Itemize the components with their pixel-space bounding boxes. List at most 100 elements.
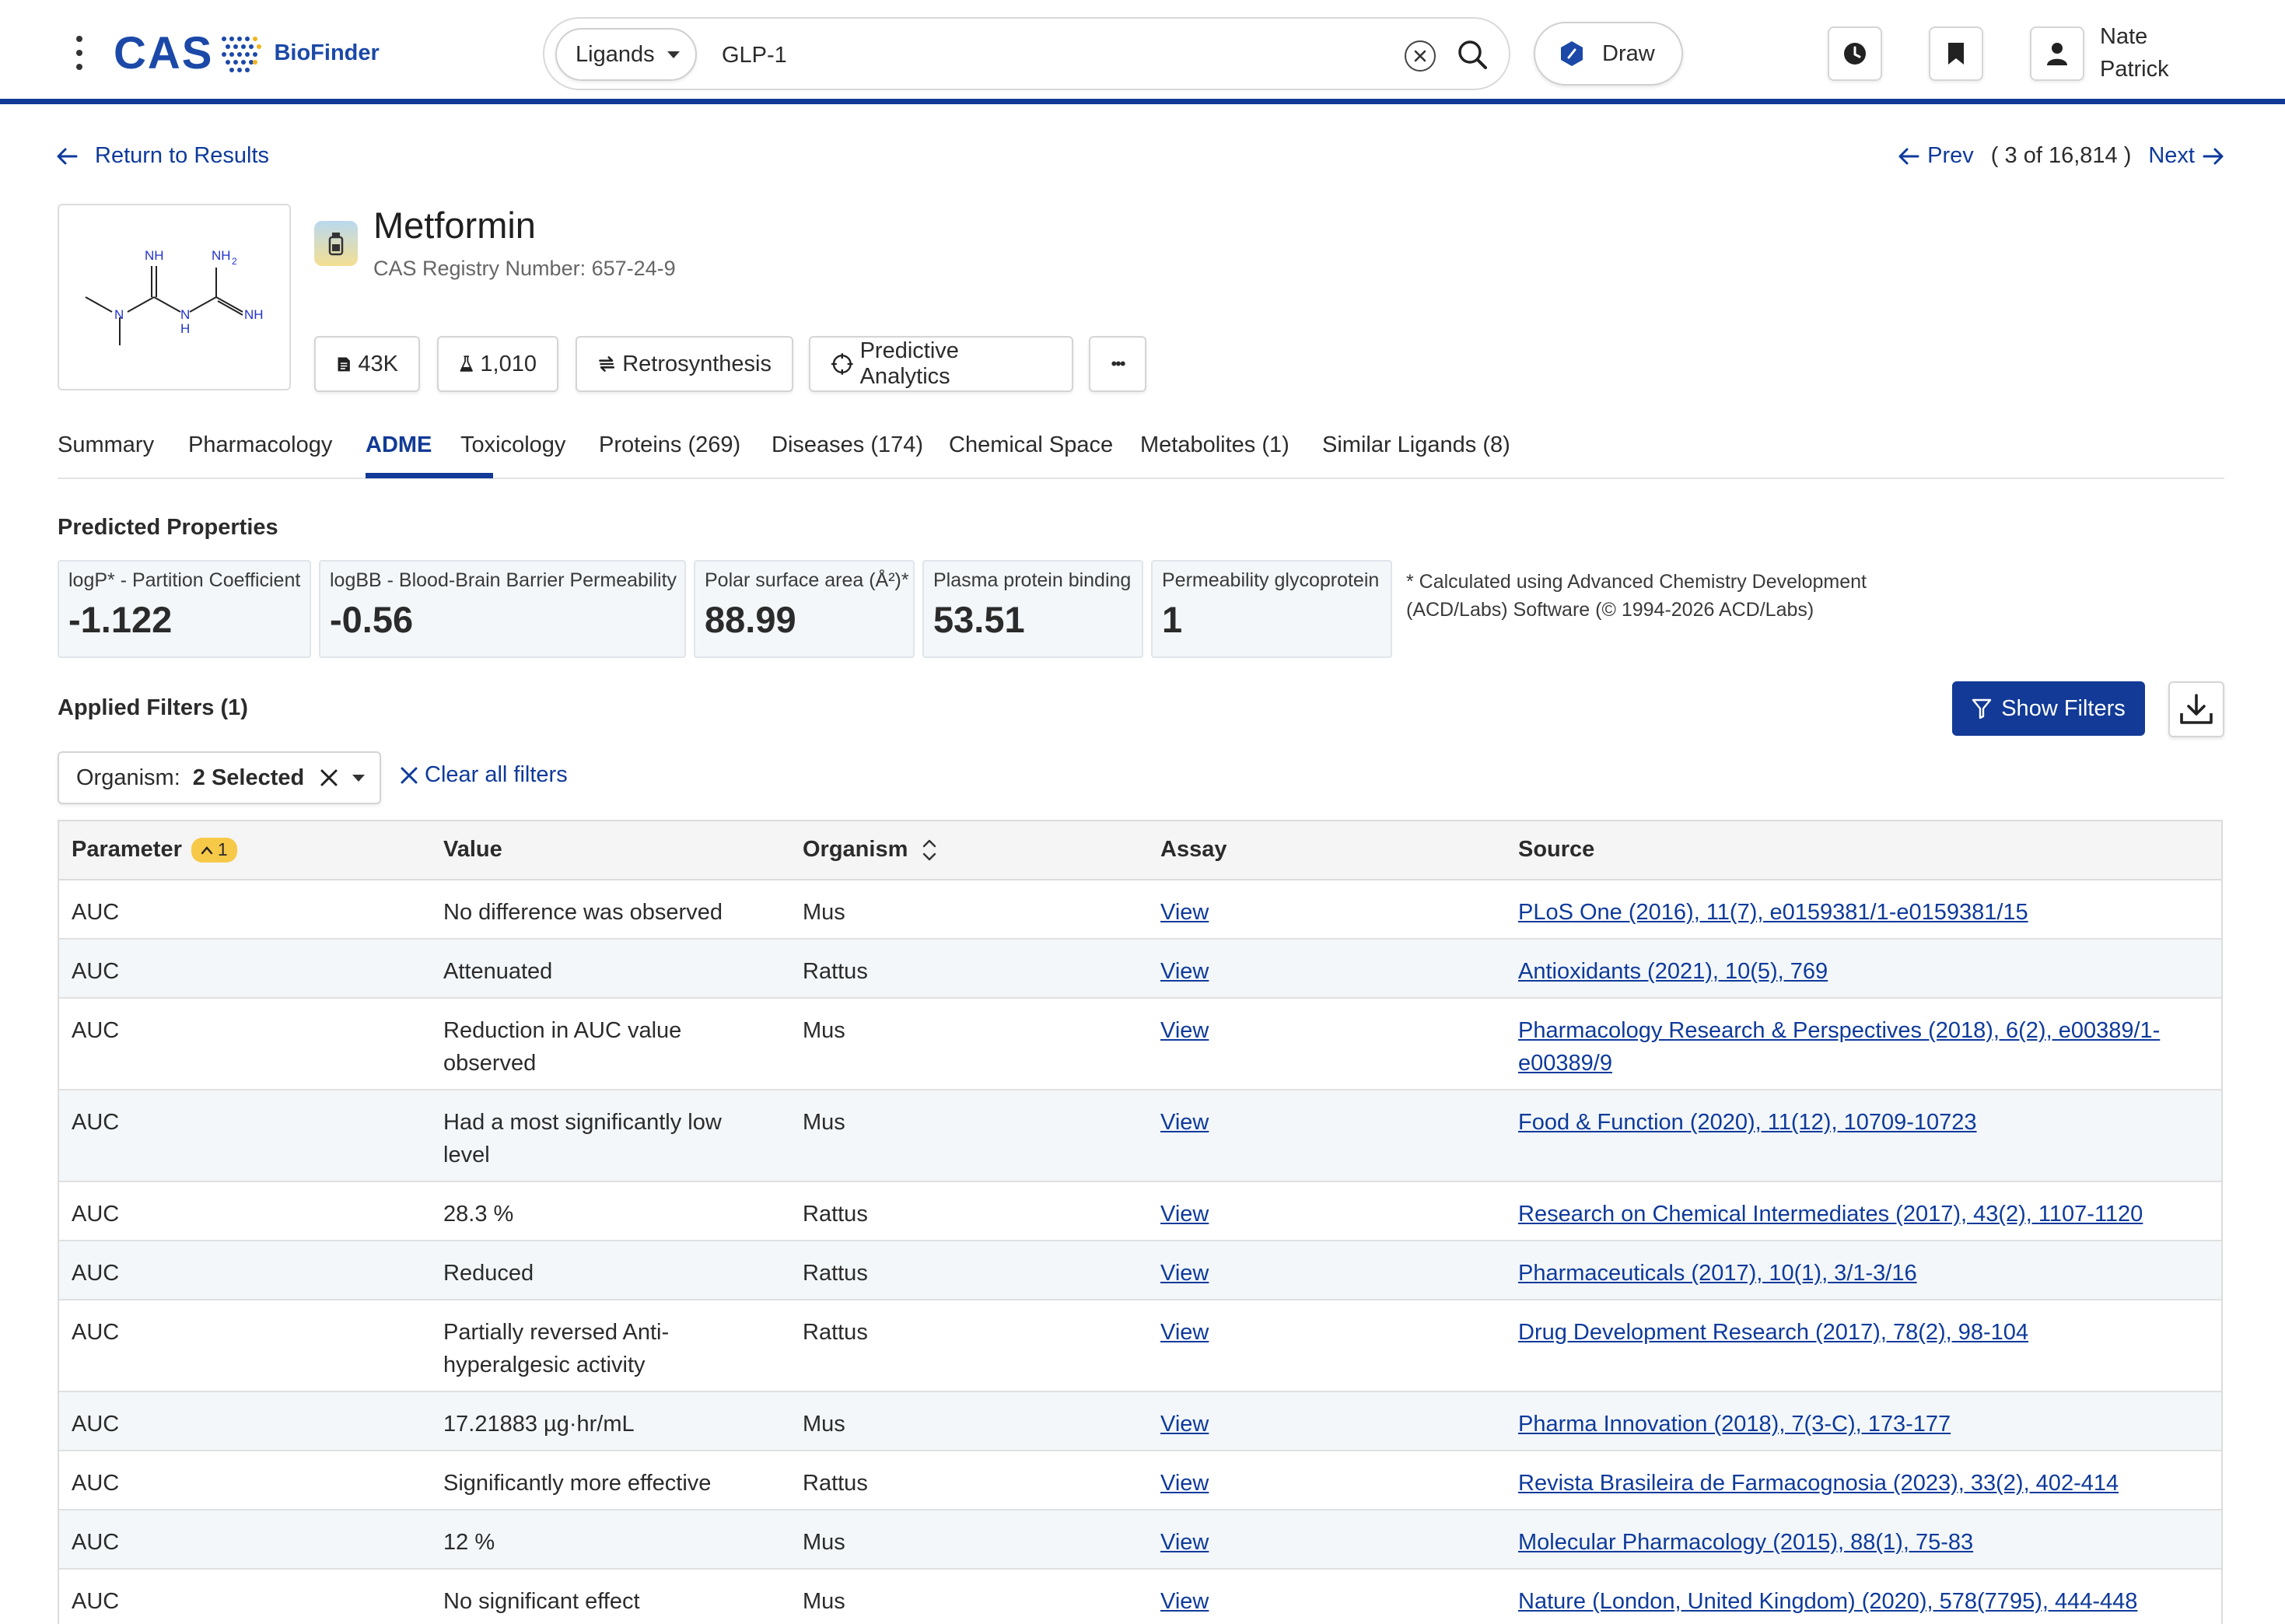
source-link[interactable]: Pharmacology Research & Perspectives (20… — [1518, 1018, 2160, 1076]
cell-parameter: AUC — [72, 1261, 120, 1286]
cas-biofinder-logo[interactable]: CAS BioFinder — [114, 28, 380, 79]
assay-view-link[interactable]: View — [1160, 1471, 1209, 1496]
source-link[interactable]: PLoS One (2016), 11(7), e0159381/1-e0159… — [1518, 900, 2028, 925]
clear-all-filters[interactable]: Clear all filters — [400, 762, 568, 788]
parameter-header-label: Parameter — [72, 837, 182, 862]
more-options-button[interactable]: ••• — [1089, 336, 1146, 392]
return-link[interactable]: Return to Results — [95, 143, 269, 169]
column-header-assay[interactable]: Assay — [1160, 837, 1226, 863]
tab-diseases[interactable]: Diseases (174) — [772, 432, 923, 458]
user-button[interactable] — [2030, 26, 2084, 81]
prev-link[interactable]: Prev — [1927, 143, 1974, 169]
next-link[interactable]: Next — [2148, 143, 2195, 169]
assay-view-link[interactable]: View — [1160, 1110, 1209, 1135]
history-button[interactable] — [1828, 26, 1882, 81]
clear-all-filters-link[interactable]: Clear all filters — [425, 762, 568, 788]
assay-view-link[interactable]: View — [1160, 1018, 1209, 1043]
table-row: AUC Reduction in AUC value observed Mus … — [59, 999, 2221, 1090]
references-count-button[interactable]: 43K — [314, 336, 420, 392]
tab-proteins[interactable]: Proteins (269) — [599, 432, 740, 458]
predictive-analytics-button[interactable]: Predictive Analytics — [809, 336, 1073, 392]
assay-view-link[interactable]: View — [1160, 1412, 1209, 1437]
assay-view-link[interactable]: View — [1160, 1320, 1209, 1345]
cell-value: Reduced — [443, 1261, 534, 1286]
column-header-parameter[interactable]: Parameter 1 — [72, 837, 237, 863]
search-input[interactable] — [722, 36, 1149, 75]
product-name: BioFinder — [274, 40, 380, 65]
assay-view-link[interactable]: View — [1160, 1589, 1209, 1614]
retrosynthesis-label: Retrosynthesis — [622, 351, 772, 376]
target-icon — [831, 353, 853, 375]
substances-count-button[interactable]: 1,010 — [437, 336, 558, 392]
source-link[interactable]: Food & Function (2020), 11(12), 10709-10… — [1518, 1110, 1977, 1135]
source-link[interactable]: Revista Brasileira de Farmacognosia (202… — [1518, 1471, 2119, 1496]
table-row: AUC 12 % Mus View Molecular Pharmacology… — [59, 1510, 2221, 1570]
search-category-label: Ligands — [576, 41, 655, 67]
arrow-left-icon — [57, 148, 78, 164]
source-link[interactable]: Research on Chemical Intermediates (2017… — [1518, 1202, 2143, 1227]
retrosynthesis-button[interactable]: Retrosynthesis — [576, 336, 793, 392]
source-link[interactable]: Pharmaceuticals (2017), 10(1), 3/1-3/16 — [1518, 1261, 1917, 1286]
table-row: AUC No difference was observed Mus View … — [59, 880, 2221, 940]
predictive-analytics-label: Predictive Analytics — [859, 338, 959, 389]
table-row: AUC Partially reversed Anti-hyperalgesic… — [59, 1300, 2221, 1392]
adme-table: Parameter 1 Value Organism Assay Source … — [58, 820, 2223, 1624]
tab-metabolites[interactable]: Metabolites (1) — [1140, 432, 1289, 458]
tab-summary[interactable]: Summary — [58, 432, 154, 458]
show-filters-button[interactable]: Show Filters — [1952, 681, 2145, 736]
metformin-structure-drawing: NH NH 2 N N H NH — [85, 248, 264, 345]
search-icon[interactable] — [1456, 38, 1489, 75]
source-link[interactable]: Drug Development Research (2017), 78(2),… — [1518, 1320, 2028, 1345]
source-link[interactable]: Antioxidants (2021), 10(5), 769 — [1518, 959, 1828, 984]
structure-label-n-mid: N — [180, 307, 190, 322]
structure-label-nh2-sub: 2 — [232, 256, 237, 267]
cell-value: Reduction in AUC value observed — [443, 1018, 682, 1076]
sort-order-badge[interactable]: 1 — [191, 837, 237, 863]
substances-count: 1,010 — [480, 351, 537, 376]
cell-organism: Mus — [803, 1412, 845, 1437]
property-label: logP* - Partition Coefficient — [68, 569, 301, 591]
cell-organism: Mus — [803, 900, 845, 925]
download-button[interactable] — [2168, 681, 2224, 737]
column-header-source[interactable]: Source — [1518, 837, 2203, 863]
close-circle-icon[interactable] — [1405, 40, 1436, 72]
bookmarks-button[interactable] — [1929, 26, 1983, 81]
source-link[interactable]: Pharma Innovation (2018), 7(3-C), 173-17… — [1518, 1412, 1951, 1437]
search-category-select[interactable]: Ligands — [555, 28, 697, 81]
close-icon[interactable] — [320, 768, 338, 787]
assay-view-link[interactable]: View — [1160, 1530, 1209, 1555]
table-row: AUC No significant effect Mus View Natur… — [59, 1570, 2221, 1624]
assay-view-link[interactable]: View — [1160, 1202, 1209, 1227]
column-header-value[interactable]: Value — [443, 837, 754, 863]
source-link[interactable]: Molecular Pharmacology (2015), 88(1), 75… — [1518, 1530, 1973, 1555]
document-icon — [338, 357, 350, 372]
draw-label: Draw — [1602, 40, 1655, 66]
cell-value: Attenuated — [443, 959, 553, 984]
tab-pharmacology[interactable]: Pharmacology — [188, 432, 332, 458]
predicted-properties-title: Predicted Properties — [58, 515, 278, 540]
tab-toxicology[interactable]: Toxicology — [460, 432, 565, 458]
property-value: -1.122 — [68, 599, 173, 640]
kebab-menu-icon[interactable] — [72, 36, 87, 70]
tab-chemical-space[interactable]: Chemical Space — [949, 432, 1113, 458]
cell-parameter: AUC — [72, 1412, 120, 1437]
draw-button[interactable]: Draw — [1534, 22, 1683, 86]
column-header-organism[interactable]: Organism — [803, 837, 937, 863]
organism-filter-dropdown[interactable]: Organism: 2 Selected — [58, 751, 381, 804]
cell-organism: Mus — [803, 1018, 845, 1043]
arrow-right-icon[interactable] — [2203, 147, 2224, 166]
return-to-results[interactable]: Return to Results — [56, 143, 269, 169]
cell-parameter: AUC — [72, 1320, 120, 1345]
arrow-left-icon[interactable] — [1898, 147, 1919, 166]
funnel-icon — [1972, 698, 1992, 719]
sort-icon[interactable] — [922, 838, 937, 863]
assay-view-link[interactable]: View — [1160, 959, 1209, 984]
tab-similar-ligands[interactable]: Similar Ligands (8) — [1322, 432, 1510, 458]
source-link[interactable]: Nature (London, United Kingdom) (2020), … — [1518, 1589, 2137, 1614]
tab-adme[interactable]: ADME — [366, 432, 432, 458]
user-name[interactable]: Nate Patrick — [2100, 20, 2169, 86]
assay-view-link[interactable]: View — [1160, 900, 1209, 925]
cell-organism: Mus — [803, 1530, 845, 1555]
chemical-structure[interactable]: NH NH 2 N N H NH — [58, 204, 291, 390]
assay-view-link[interactable]: View — [1160, 1261, 1209, 1286]
